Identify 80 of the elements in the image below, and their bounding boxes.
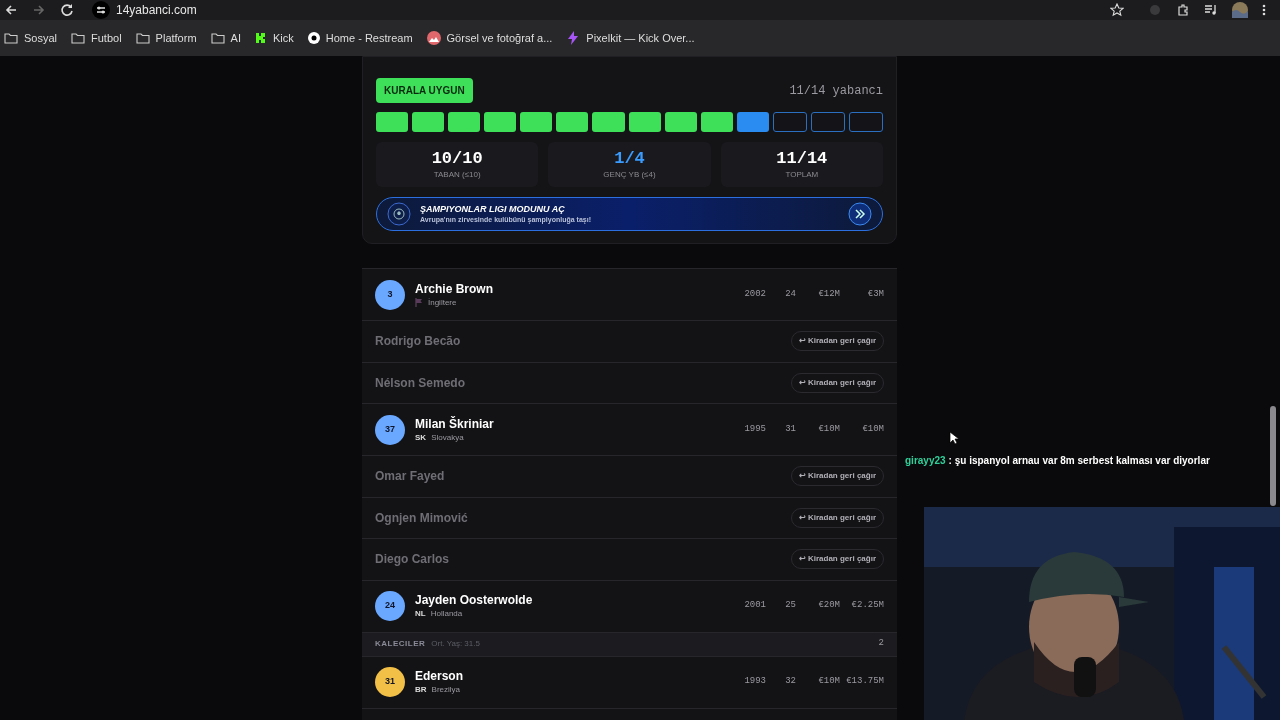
bookmark-link[interactable]: Home - Restream	[325, 29, 413, 47]
market-value: €20M	[817, 599, 840, 613]
folder-icon[interactable]	[135, 32, 150, 44]
bookmark-link[interactable]: Pixelkit — Kick Over...	[586, 29, 695, 47]
foreigner-count: 11/14 yabancı	[789, 82, 883, 100]
birth-year: 2001	[743, 599, 766, 613]
birth-year: 1995	[743, 422, 766, 436]
birth-year: 1993	[743, 675, 766, 689]
player-name: Milan Škriniar	[415, 415, 495, 432]
circle-logo-icon[interactable]	[307, 32, 320, 44]
player-age: 25	[784, 599, 796, 613]
shirt-number-badge: 37	[375, 414, 405, 445]
mountain-logo-icon[interactable]	[426, 31, 441, 45]
country-name: Brezilya	[431, 684, 460, 696]
shirt-number-badge: 31	[375, 667, 405, 697]
bookmark-link[interactable]: AI	[230, 29, 241, 47]
profile-avatar-icon[interactable]	[1232, 2, 1248, 18]
stat-label: TABAN (≤10)	[433, 168, 481, 181]
media-icon[interactable]	[1204, 3, 1218, 17]
bookmark-link[interactable]: Platform	[155, 29, 197, 47]
reload-icon[interactable]	[60, 3, 74, 17]
stat-value: 1/4	[614, 148, 645, 169]
folder-icon[interactable]	[71, 32, 86, 44]
wage-value: €3M	[866, 287, 884, 301]
cursor-icon	[949, 431, 959, 445]
bolt-icon[interactable]	[566, 31, 581, 45]
loaned-player-name: Ognjen Mimović	[375, 509, 468, 527]
country-code: SK	[415, 431, 427, 444]
forward-icon[interactable]	[32, 3, 46, 17]
loaned-player-name: Diego Carlos	[375, 551, 449, 569]
site-settings-icon[interactable]	[92, 1, 110, 19]
url-text[interactable]: 14yabanci.com	[116, 1, 197, 19]
status-badge: KURALA UYGUN	[376, 78, 473, 103]
loaned-player-name: Omar Fayed	[375, 468, 445, 486]
stat-label: GENÇ YB (≤4)	[603, 168, 656, 181]
bookmark-link[interactable]: Sosyal	[24, 29, 58, 47]
double-chevron-icon[interactable]	[848, 202, 872, 226]
birth-year: 2002	[743, 287, 766, 301]
chat-username: girayy23	[905, 454, 946, 468]
folder-icon[interactable]	[4, 32, 18, 44]
loaned-player-name: Nélson Semedo	[375, 374, 466, 392]
wage-value: €10M	[861, 422, 884, 436]
wage-value: €2.25M	[850, 599, 884, 613]
scrollbar-thumb[interactable]	[1270, 406, 1276, 506]
bookmark-link[interactable]: Kick	[273, 29, 294, 47]
country-name: Hollanda	[430, 608, 463, 620]
chat-message: : şu ispanyol arnau var 8m serbest kalması var diyorlar	[948, 454, 1210, 468]
player-age: 32	[784, 675, 796, 689]
shirt-number-badge: 24	[375, 591, 405, 621]
player-count: 2	[878, 637, 884, 651]
player-name: Ederson	[415, 668, 464, 684]
puzzle-icon[interactable]	[1176, 3, 1190, 17]
player-name: Jayden Oosterwolde	[415, 592, 534, 608]
stat-value: 10/10	[431, 148, 483, 169]
market-value: €10M	[817, 422, 840, 436]
player-name: Archie Brown	[415, 280, 494, 297]
ball-icon	[387, 202, 411, 226]
country-name: Slovakya	[431, 431, 464, 444]
bookmark-link[interactable]: Görsel ve fotoğraf a...	[446, 29, 553, 47]
market-value: €12M	[817, 287, 840, 301]
country-code: BR	[415, 684, 427, 696]
shirt-number-badge: 3	[375, 279, 405, 310]
folder-icon[interactable]	[210, 32, 225, 44]
stat-label: TOPLAM	[785, 168, 819, 181]
k-logo-icon[interactable]	[255, 32, 267, 44]
star-icon[interactable]	[1110, 3, 1124, 17]
section-title: KALECILER	[375, 638, 426, 650]
bookmark-link[interactable]: Futbol	[91, 29, 122, 47]
flag-icon	[415, 298, 423, 307]
back-icon[interactable]	[4, 3, 18, 17]
promo-title: ŞAMPIYONLAR LIGI MODUNU AÇ	[420, 203, 566, 215]
player-age: 24	[784, 287, 796, 301]
loaned-player-name: Rodrigo Becão	[375, 333, 461, 351]
market-value: €10M	[817, 675, 840, 689]
player-age: 31	[784, 422, 796, 436]
wage-value: €13.75M	[845, 675, 884, 689]
menu-icon[interactable]	[1262, 3, 1266, 17]
stat-value: 11/14	[776, 148, 828, 169]
country-name: İngiltere	[428, 296, 457, 309]
country-code: NL	[415, 608, 426, 620]
